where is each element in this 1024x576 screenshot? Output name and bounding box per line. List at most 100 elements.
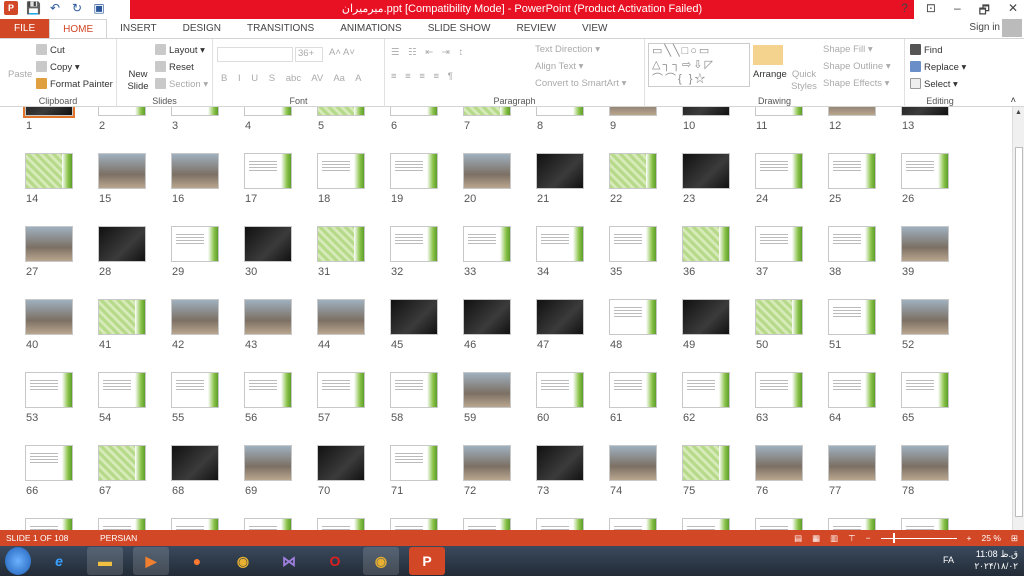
tab-slide-show[interactable]: SLIDE SHOW: [415, 19, 504, 38]
slide-thumbnail[interactable]: [317, 299, 365, 335]
align-buttons[interactable]: ≡ ≡ ≡ ≡ ¶: [391, 71, 456, 82]
copy-button[interactable]: Copy ▾: [36, 61, 80, 73]
tab-design[interactable]: DESIGN: [170, 19, 234, 38]
user-avatar[interactable]: [1002, 19, 1022, 37]
slide-thumbnail[interactable]: [25, 153, 73, 189]
slide-thumbnail[interactable]: [171, 445, 219, 481]
slide-thumbnail[interactable]: [317, 226, 365, 262]
tab-home[interactable]: HOME: [49, 19, 108, 38]
convert-smartart-button[interactable]: Convert to SmartArt ▾: [535, 78, 626, 89]
vertical-scrollbar[interactable]: ▲: [1012, 107, 1024, 530]
slide-thumbnail[interactable]: [25, 299, 73, 335]
slide-thumbnail[interactable]: [244, 372, 292, 408]
slide-thumbnail[interactable]: [609, 153, 657, 189]
slide-thumbnail[interactable]: [755, 299, 803, 335]
change-case-button[interactable]: Aa: [333, 73, 345, 84]
slide-thumbnail[interactable]: [901, 299, 949, 335]
slide-thumbnail[interactable]: [98, 445, 146, 481]
slide-thumbnail[interactable]: [828, 107, 876, 116]
slide-thumbnail[interactable]: [317, 445, 365, 481]
zoom-out-button[interactable]: −: [866, 530, 871, 546]
slide-thumbnail[interactable]: [609, 445, 657, 481]
powerpoint-taskbar-icon[interactable]: P: [409, 547, 445, 575]
layout-button[interactable]: Layout ▾: [155, 44, 205, 56]
align-text-button[interactable]: Align Text ▾: [535, 61, 583, 72]
zoom-in-button[interactable]: +: [967, 530, 972, 546]
slide-thumbnail[interactable]: [755, 445, 803, 481]
slide-thumbnail[interactable]: [244, 107, 292, 116]
zoom-slider[interactable]: [880, 532, 957, 543]
clock[interactable]: 11:08 ق.ظ ۲۰۲۴/۱۸/۰۲: [974, 548, 1018, 572]
slide-thumbnail[interactable]: [682, 226, 730, 262]
slide-thumbnail[interactable]: [390, 299, 438, 335]
slide-thumbnail[interactable]: [682, 445, 730, 481]
slide-thumbnail[interactable]: [682, 153, 730, 189]
slide-thumbnail[interactable]: [25, 372, 73, 408]
section-button[interactable]: Section ▾: [155, 78, 208, 90]
slide-thumbnail[interactable]: [755, 518, 803, 530]
slide-thumbnail[interactable]: [609, 372, 657, 408]
format-painter-button[interactable]: Format Painter: [36, 78, 113, 90]
slide-thumbnail[interactable]: [536, 372, 584, 408]
redo-icon[interactable]: ↻: [70, 1, 84, 15]
font-format-buttons[interactable]: B I U S abc AV Aa A: [221, 73, 361, 84]
slide-thumbnail[interactable]: [463, 226, 511, 262]
slide-thumbnail[interactable]: [609, 299, 657, 335]
slide-thumbnail[interactable]: [536, 153, 584, 189]
chrome-icon[interactable]: ◉: [225, 547, 261, 575]
list-buttons[interactable]: ☰ ☷ ⇤ ⇥ ↕: [391, 47, 466, 58]
slide-thumbnail[interactable]: [828, 372, 876, 408]
reading-view-icon[interactable]: ▥: [830, 530, 838, 546]
select-button[interactable]: Select ▾: [910, 78, 958, 90]
visual-studio-icon[interactable]: ⋈: [271, 547, 307, 575]
slide-thumbnail[interactable]: [536, 445, 584, 481]
slide-thumbnail[interactable]: [901, 107, 949, 116]
replace-button[interactable]: Replace ▾: [910, 61, 966, 73]
slide-thumbnail[interactable]: [755, 153, 803, 189]
tab-file[interactable]: FILE: [0, 19, 50, 38]
arrange-button[interactable]: Arrange: [753, 69, 787, 80]
slide-thumbnail[interactable]: [171, 153, 219, 189]
input-language[interactable]: FA: [943, 555, 954, 565]
file-explorer-icon[interactable]: ▬: [87, 547, 123, 575]
slide-thumbnail[interactable]: [390, 372, 438, 408]
save-icon[interactable]: 💾: [26, 1, 41, 15]
slide-thumbnail[interactable]: [828, 445, 876, 481]
slide-thumbnail[interactable]: [901, 226, 949, 262]
bold-button[interactable]: B: [221, 73, 227, 84]
slide-thumbnail[interactable]: [244, 226, 292, 262]
scroll-up-arrow[interactable]: ▲: [1015, 109, 1022, 116]
cut-button[interactable]: Cut: [36, 44, 65, 56]
slideshow-icon[interactable]: ▣: [92, 1, 106, 15]
slide-thumbnail[interactable]: [171, 107, 219, 116]
slide-thumbnail[interactable]: [682, 372, 730, 408]
slide-thumbnail[interactable]: [98, 153, 146, 189]
slide-thumbnail[interactable]: [682, 107, 730, 116]
slide-thumbnail[interactable]: [682, 518, 730, 530]
slide-thumbnail[interactable]: [536, 518, 584, 530]
quick-styles-button[interactable]: Quick Styles: [790, 69, 818, 93]
undo-icon[interactable]: ↶: [48, 1, 62, 15]
strikethrough-button[interactable]: abc: [286, 73, 301, 84]
slide-thumbnail[interactable]: [171, 372, 219, 408]
slide-thumbnail[interactable]: [390, 153, 438, 189]
slide-thumbnail[interactable]: [828, 518, 876, 530]
reset-button[interactable]: Reset: [155, 61, 194, 73]
slide-thumbnail[interactable]: [609, 518, 657, 530]
slide-thumbnail[interactable]: [25, 226, 73, 262]
slide-thumbnail[interactable]: [463, 299, 511, 335]
powerpoint-icon[interactable]: P: [4, 1, 18, 15]
shapes-gallery[interactable]: ▭╲╲□○▭ △┐┐⇨⇩◸ ⌒⌒{ }☆: [648, 43, 750, 87]
slide-thumbnail[interactable]: [463, 153, 511, 189]
new-slide-button[interactable]: New Slide: [125, 69, 151, 93]
underline-button[interactable]: U: [251, 73, 258, 84]
slide-thumbnail[interactable]: [25, 445, 73, 481]
firefox-icon[interactable]: ●: [179, 547, 215, 575]
slide-thumbnail[interactable]: [828, 153, 876, 189]
slide-thumbnail[interactable]: [755, 226, 803, 262]
language-indicator[interactable]: PERSIAN: [100, 530, 137, 546]
slide-sorter-view-icon[interactable]: ▦: [812, 530, 820, 546]
slide-thumbnail[interactable]: [171, 518, 219, 530]
slide-thumbnail[interactable]: [463, 107, 511, 116]
tab-insert[interactable]: INSERT: [107, 19, 170, 38]
